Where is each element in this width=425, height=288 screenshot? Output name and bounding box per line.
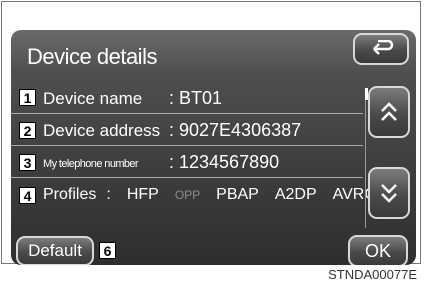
profiles-row[interactable]: 4 Profiles : HFP OPP PBAP A2DP AVRCP [11,180,387,210]
device-address-row[interactable]: 2 Device address : 9027E4306387 [11,116,363,146]
callout-badge-3: 3 [19,154,36,171]
profile-a2dp: A2DP [274,186,317,203]
device-name-row[interactable]: 1 Device name : BT01 [11,84,363,114]
ok-button-label: OK [364,240,391,261]
callout-badge-2: 2 [19,122,36,139]
back-arrow-icon [373,40,394,55]
profiles-list: Profiles : HFP OPP PBAP A2DP AVRCP [43,186,387,204]
ok-button[interactable]: OK [348,235,408,265]
double-chevron-up-icon [381,102,397,121]
scroll-track [365,88,366,228]
default-button-label: Default [28,241,82,260]
telephone-number-value: : 1234567890 [169,152,280,172]
device-name-value: : BT01 [169,88,223,108]
scroll-down-button[interactable] [368,167,410,219]
back-button[interactable] [353,33,409,65]
profile-hfp: HFP [126,186,159,203]
profile-pbap: PBAP [216,186,259,203]
profiles-label: Profiles [43,186,97,203]
device-details-screen: Device details 1 Device name : BT01 2 De… [11,30,416,265]
profiles-separator: : [106,186,111,203]
double-chevron-down-icon [381,184,397,203]
profile-opp: OPP [174,188,201,202]
callout-badge-6: 6 [99,242,116,259]
page-title: Device details [27,44,157,69]
telephone-number-label: My telephone number [43,158,139,170]
illustration-frame: Device details 1 Device name : BT01 2 De… [1,1,421,265]
device-name-label: Device name [43,89,143,108]
device-address-value: : 9027E4306387 [169,120,302,140]
default-button[interactable]: Default [16,236,94,265]
callout-badge-4: 4 [19,187,36,204]
scroll-up-button[interactable] [368,86,410,138]
device-address-label: Device address [43,121,161,140]
telephone-number-row[interactable]: 3 My telephone number : 1234567890 [11,148,363,178]
callout-badge-1: 1 [19,89,36,106]
figure-code: STNDA00077E [328,267,417,282]
